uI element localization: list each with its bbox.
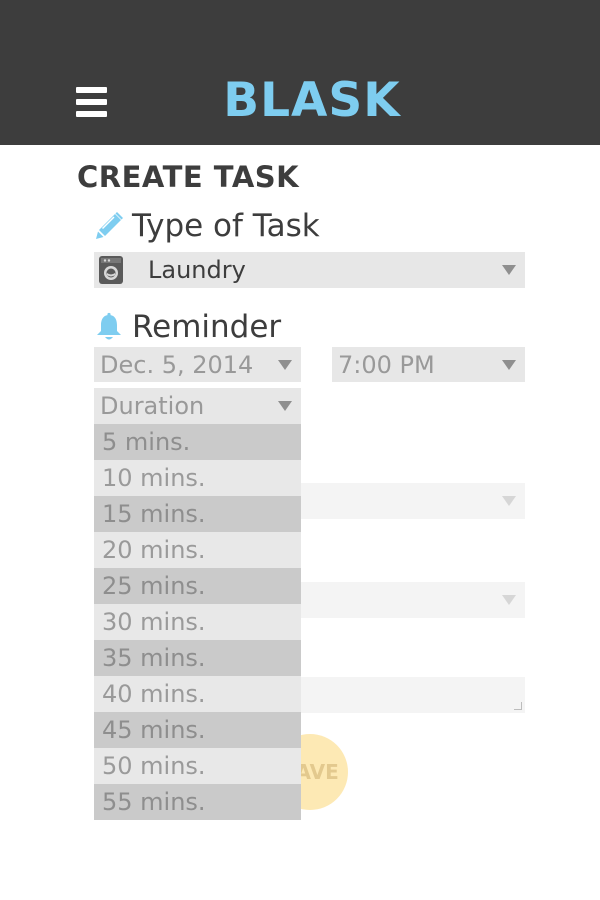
task-type-select[interactable]: Laundry [94, 252, 525, 288]
duration-option[interactable]: 20 mins. [94, 532, 301, 568]
app-header: BLASK [0, 0, 600, 145]
duration-dropdown-list: 5 mins. 10 mins. 15 mins. 20 mins. 25 mins. 3… [94, 424, 301, 820]
duration-option[interactable]: 10 mins. [94, 460, 301, 496]
notes-textarea[interactable] [300, 677, 525, 713]
duration-option[interactable]: 50 mins. [94, 748, 301, 784]
duration-option[interactable]: 40 mins. [94, 676, 301, 712]
chevron-down-icon [278, 401, 292, 411]
chevron-down-icon [502, 496, 516, 506]
chevron-down-icon [502, 359, 516, 370]
duration-option[interactable]: 15 mins. [94, 496, 301, 532]
duration-option[interactable]: 25 mins. [94, 568, 301, 604]
reminder-time-select[interactable]: 7:00 PM [332, 347, 525, 382]
chevron-down-icon [278, 359, 292, 370]
duration-option[interactable]: 45 mins. [94, 712, 301, 748]
pencil-icon [96, 212, 123, 239]
washing-machine-icon [99, 256, 123, 284]
reminder-time-value: 7:00 PM [338, 350, 435, 379]
duration-option[interactable]: 30 mins. [94, 604, 301, 640]
reminder-heading-label: Reminder [132, 309, 282, 345]
hidden-select-2[interactable] [300, 582, 525, 618]
page-title: CREATE TASK [77, 160, 300, 194]
chevron-down-icon [502, 595, 516, 605]
reminder-date-value: Dec. 5, 2014 [100, 350, 254, 379]
duration-option[interactable]: 55 mins. [94, 784, 301, 820]
duration-select[interactable]: Duration [94, 388, 301, 424]
duration-value: Duration [100, 392, 205, 420]
duration-option[interactable]: 5 mins. [94, 424, 301, 460]
reminder-heading: Reminder [94, 309, 281, 345]
reminder-date-select[interactable]: Dec. 5, 2014 [94, 347, 301, 382]
hidden-select-1[interactable] [300, 483, 525, 519]
chevron-down-icon [502, 265, 516, 275]
task-type-value: Laundry [148, 256, 246, 284]
task-type-heading-label: Type of Task [132, 208, 320, 244]
resize-grip-icon[interactable] [514, 702, 522, 710]
bell-icon [97, 312, 121, 340]
duration-option[interactable]: 35 mins. [94, 640, 301, 676]
app-title: BLASK [223, 73, 401, 128]
task-type-heading: Type of Task [94, 208, 320, 244]
